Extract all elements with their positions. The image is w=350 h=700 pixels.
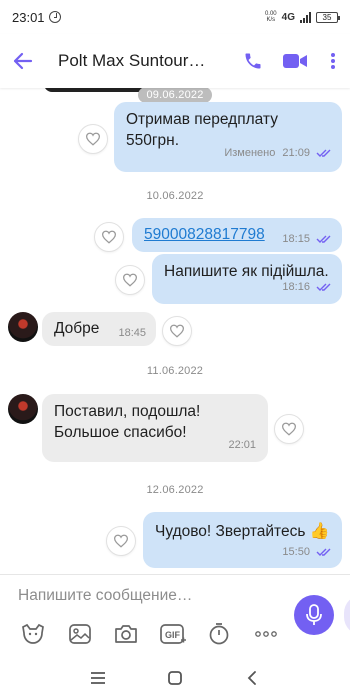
sticker-icon: [22, 623, 45, 644]
more-vert-icon: [331, 53, 335, 69]
heart-icon: [85, 132, 101, 146]
message-bubble-incoming[interactable]: Добре 18:45: [42, 312, 156, 346]
like-button[interactable]: [162, 316, 192, 346]
like-button[interactable]: [274, 414, 304, 444]
message-bubble-outgoing[interactable]: Напишите як підійшла. 18:16: [152, 254, 342, 304]
back-nav-button[interactable]: [237, 663, 267, 693]
message-bubble-incoming[interactable]: Поставил, подошла! Большое спасибо! 22:0…: [42, 394, 268, 462]
message-time: 18:45: [118, 327, 146, 339]
home-square-icon: [168, 671, 182, 685]
video-icon: [283, 54, 307, 68]
message-list[interactable]: 09.06.2022 Отримав передплату 550грн. Из…: [0, 88, 350, 574]
thumbs-up-emoji: 👍: [309, 523, 330, 540]
voice-message-button[interactable]: [294, 595, 334, 635]
svg-text:GIF: GIF: [165, 630, 181, 640]
back-arrow-icon: [13, 52, 33, 70]
message-time: 15:50: [282, 546, 310, 558]
gallery-button[interactable]: [57, 619, 104, 649]
signal-icon: [300, 11, 311, 23]
phone-icon: [245, 53, 261, 69]
gif-icon: GIF: [159, 624, 186, 644]
like-button[interactable]: [115, 265, 145, 295]
back-chevron-icon: [247, 671, 256, 685]
message-text: Чудово! Звертайтесь: [155, 523, 306, 540]
message-time: 21:09: [282, 147, 310, 159]
heart-icon: [113, 534, 129, 548]
network-speed: 0.00 K/s: [264, 11, 277, 23]
date-separator: 09.06.2022: [0, 88, 350, 103]
side-panel-handle[interactable]: [344, 595, 350, 635]
timer-button[interactable]: [196, 619, 243, 649]
status-bar: 23:01 0.00 K/s 4G 35: [0, 0, 350, 34]
message-bubble-outgoing[interactable]: 59000828817798 18:15: [132, 218, 342, 252]
more-horiz-icon: [254, 631, 277, 637]
read-receipt-icon: [316, 548, 331, 557]
message-bubble-outgoing[interactable]: Чудово! Звертайтесь 👍 15:50: [143, 512, 342, 568]
avatar[interactable]: [8, 312, 38, 342]
system-navigation-bar: [0, 656, 350, 700]
recents-button[interactable]: [83, 663, 113, 693]
message-time: 22:01: [228, 439, 256, 451]
alarm-icon: [48, 11, 61, 23]
like-button[interactable]: [94, 222, 124, 252]
menu-icon: [91, 672, 106, 684]
video-call-button[interactable]: [274, 34, 316, 88]
camera-icon: [115, 625, 138, 643]
like-button[interactable]: [106, 526, 136, 556]
camera-button[interactable]: [103, 619, 150, 649]
edited-label: Изменено: [224, 147, 276, 159]
heart-icon: [101, 230, 117, 244]
read-receipt-icon: [316, 149, 331, 158]
battery-level: 35: [322, 12, 332, 22]
timer-icon: [209, 623, 229, 645]
message-text: Поставил, подошла! Большое спасибо!: [54, 403, 201, 441]
date-separator: 12.06.2022: [146, 484, 204, 496]
message-time: 18:16: [282, 281, 310, 293]
chat-header: Polt Max Suntour…: [0, 34, 350, 88]
gif-button[interactable]: GIF: [150, 619, 197, 649]
status-time: 23:01: [12, 9, 45, 25]
date-separator: 11.06.2022: [146, 365, 204, 377]
more-button[interactable]: [316, 34, 350, 88]
more-options-button[interactable]: [243, 619, 290, 649]
battery-icon: 35: [316, 11, 340, 23]
gallery-icon: [68, 624, 91, 644]
message-bubble-outgoing[interactable]: Отримав передплату 550грн. Изменено 21:0…: [114, 102, 342, 172]
message-link[interactable]: 59000828817798: [144, 226, 265, 243]
message-text: Добре: [54, 320, 100, 337]
message-input[interactable]: Напишите сообщение…: [18, 587, 192, 605]
read-receipt-icon: [316, 235, 331, 244]
network-type: 4G: [281, 11, 295, 23]
contact-name[interactable]: Polt Max Suntour…: [46, 51, 232, 71]
home-button[interactable]: [160, 663, 190, 693]
message-composer: Напишите сообщение… GIF: [0, 574, 350, 656]
sticker-button[interactable]: [10, 619, 57, 649]
date-separator: 10.06.2022: [146, 190, 204, 202]
heart-icon: [169, 324, 185, 338]
avatar[interactable]: [8, 394, 38, 424]
like-button[interactable]: [78, 124, 108, 154]
read-receipt-icon: [316, 283, 331, 292]
microphone-icon: [306, 604, 322, 625]
composer-toolbar: GIF: [10, 619, 289, 649]
heart-icon: [281, 422, 297, 436]
message-time: 18:15: [282, 233, 310, 245]
heart-icon: [122, 273, 138, 287]
back-button[interactable]: [0, 34, 46, 88]
call-button[interactable]: [232, 34, 274, 88]
